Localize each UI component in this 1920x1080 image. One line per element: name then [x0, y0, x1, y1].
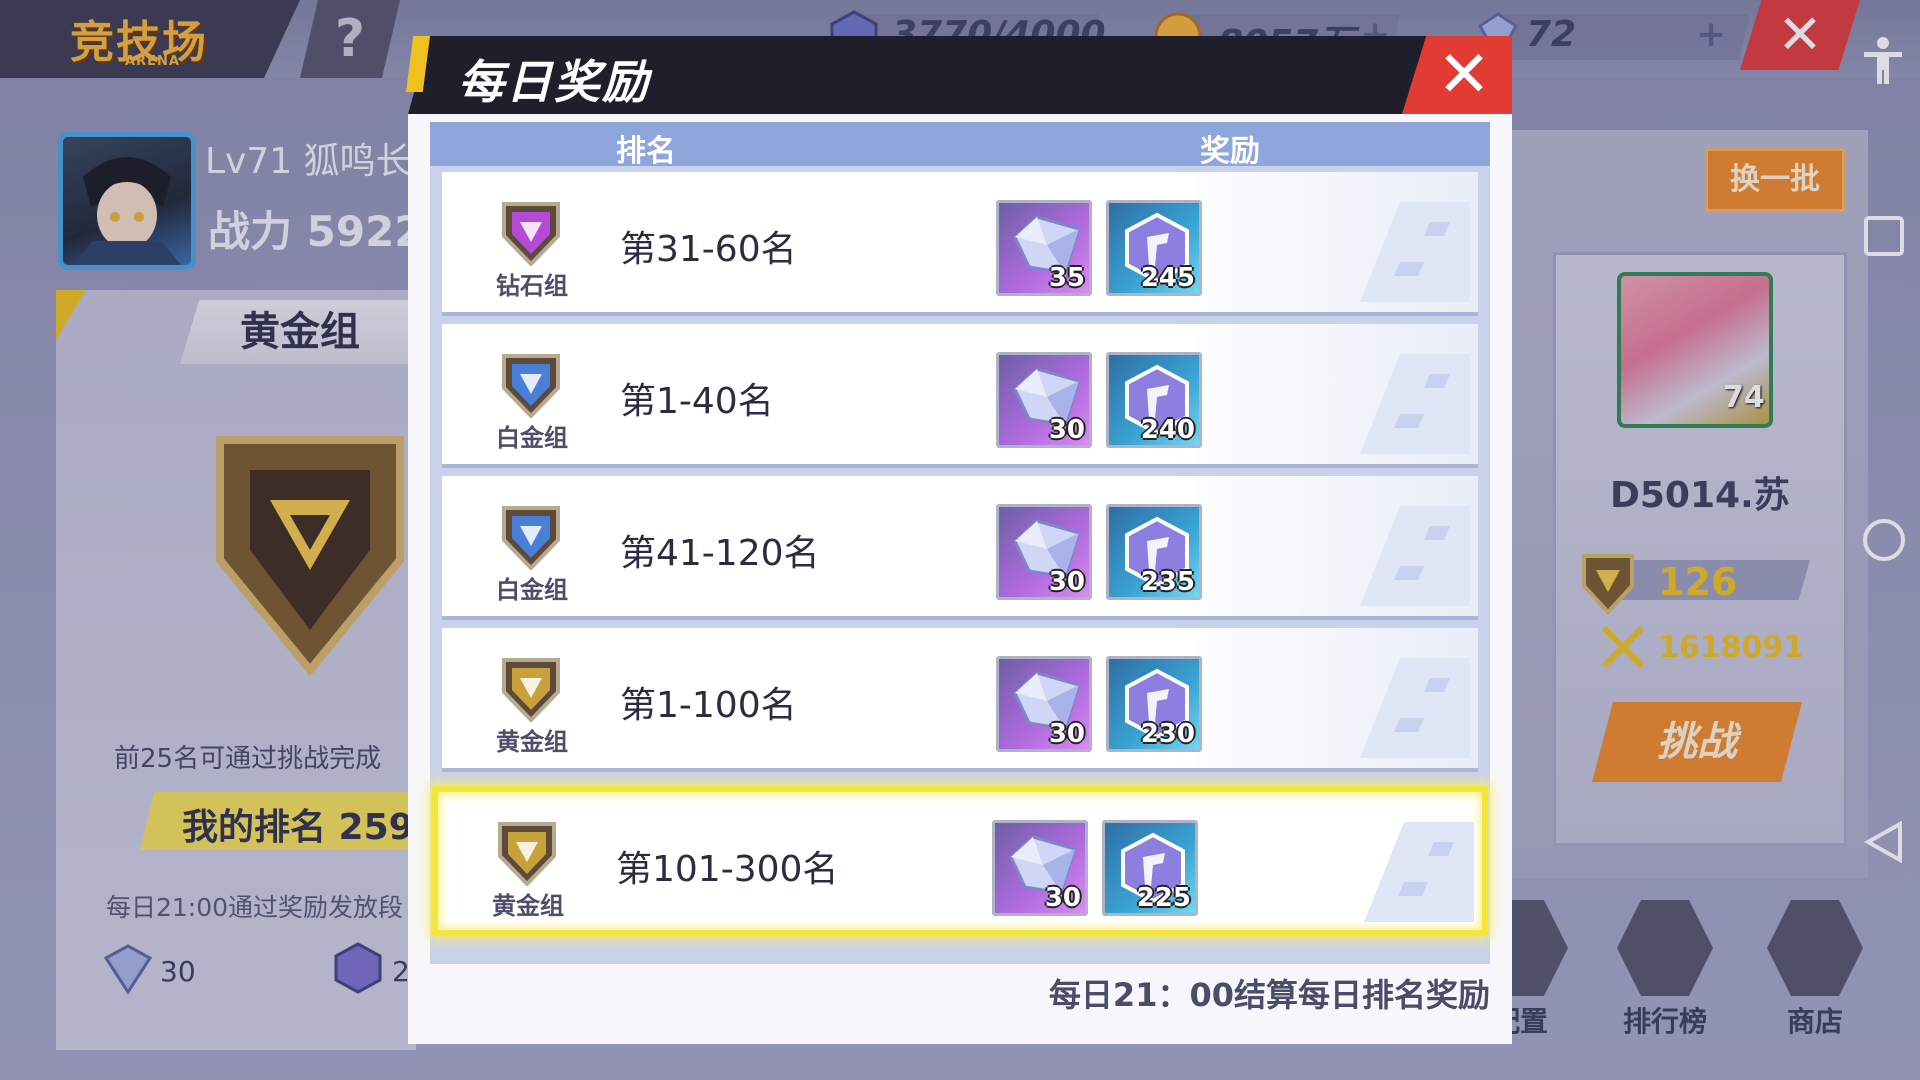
- row-decoration: [1364, 822, 1474, 922]
- group-label: 黄金组: [492, 892, 564, 920]
- rank-range: 第41-120名: [620, 533, 820, 574]
- ticket-reward-count: 225: [1136, 883, 1191, 913]
- gem-reward-count: 30: [1048, 567, 1085, 597]
- gem-reward-count: 30: [1048, 415, 1085, 445]
- gem-reward-count: 30: [1044, 883, 1081, 913]
- row-decoration: [1360, 202, 1470, 302]
- column-reward-header: 奖励: [1200, 134, 1260, 169]
- reward-row: 白金组 第1-40名 30 240: [442, 324, 1478, 468]
- row-decoration: [1360, 506, 1470, 606]
- group-label: 黄金组: [496, 728, 568, 756]
- ticket-reward-count: 240: [1140, 415, 1195, 445]
- dialog-body: 排名 奖励 钻石组 第31-60名 35 245 白金组 第1-40名 30 240 白金组 第4…: [408, 114, 1512, 1044]
- gem-reward-count: 35: [1048, 263, 1085, 293]
- gem-reward-item[interactable]: 30: [996, 352, 1092, 448]
- group-label: 钻石组: [496, 272, 568, 300]
- ticket-reward-count: 230: [1140, 719, 1195, 749]
- reward-list[interactable]: 钻石组 第31-60名 35 245 白金组 第1-40名 30 240 白金组 第41-120名…: [430, 166, 1490, 964]
- row-decoration: [1360, 658, 1470, 758]
- ticket-reward-item[interactable]: 225: [1102, 820, 1198, 916]
- ticket-reward-count: 245: [1140, 263, 1195, 293]
- group-badge-icon: [502, 202, 560, 266]
- reward-table-header: 排名 奖励: [430, 122, 1490, 169]
- ticket-reward-count: 235: [1140, 567, 1195, 597]
- reward-row: 白金组 第41-120名 30 235: [442, 476, 1478, 620]
- group-badge-icon: [502, 354, 560, 418]
- group-badge-icon: [498, 822, 556, 886]
- group-label: 白金组: [496, 576, 568, 604]
- group-label: 白金组: [496, 424, 568, 452]
- rank-range: 第1-100名: [620, 685, 797, 726]
- rank-range: 第101-300名: [616, 849, 839, 890]
- gem-reward-item[interactable]: 35: [996, 200, 1092, 296]
- ticket-reward-item[interactable]: 230: [1106, 656, 1202, 752]
- group-badge-icon: [502, 658, 560, 722]
- ticket-reward-item[interactable]: 240: [1106, 352, 1202, 448]
- ticket-reward-item[interactable]: 235: [1106, 504, 1202, 600]
- reward-row: 钻石组 第31-60名 35 245: [442, 172, 1478, 316]
- rank-range: 第1-40名: [620, 381, 774, 422]
- group-badge-icon: [502, 506, 560, 570]
- dialog-title: 每日奖励: [458, 55, 650, 109]
- gem-reward-item[interactable]: 30: [996, 656, 1092, 752]
- gem-reward-item[interactable]: 30: [996, 504, 1092, 600]
- column-rank-header: 排名: [616, 134, 676, 169]
- settlement-note: 每日21：00结算每日排名奖励: [1048, 976, 1490, 1014]
- gem-reward-item[interactable]: 30: [992, 820, 1088, 916]
- ticket-reward-item[interactable]: 245: [1106, 200, 1202, 296]
- daily-reward-dialog: 每日奖励 ✕ 排名 奖励 钻石组 第31-60名 35 245 白金组 第1-40名 30 2…: [406, 36, 1512, 1044]
- reward-row: 黄金组 第1-100名 30 230: [442, 628, 1478, 772]
- reward-row: 黄金组 第101-300名 30 225: [432, 786, 1488, 936]
- gem-reward-count: 30: [1048, 719, 1085, 749]
- row-decoration: [1360, 354, 1470, 454]
- rank-range: 第31-60名: [620, 229, 797, 270]
